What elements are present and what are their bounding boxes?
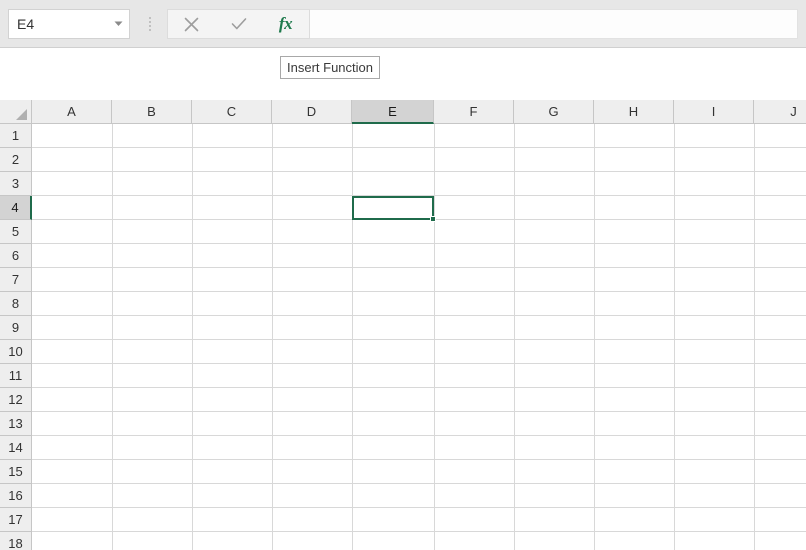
name-box-value[interactable]: E4 — [9, 10, 107, 38]
insert-function-tooltip: Insert Function — [280, 56, 380, 79]
grid-hline — [32, 531, 806, 532]
row-header-9[interactable]: 9 — [0, 316, 32, 340]
select-all-triangle-icon — [16, 109, 27, 120]
grid-hline — [32, 267, 806, 268]
grid-hline — [32, 171, 806, 172]
row-header-4[interactable]: 4 — [0, 196, 32, 220]
row-header-17[interactable]: 17 — [0, 508, 32, 532]
row-header-8[interactable]: 8 — [0, 292, 32, 316]
grid-hline — [32, 315, 806, 316]
row-header-6[interactable]: 6 — [0, 244, 32, 268]
cells-area[interactable] — [32, 124, 806, 550]
column-header-f[interactable]: F — [434, 100, 514, 124]
chevron-down-icon[interactable] — [107, 10, 129, 38]
row-header-13[interactable]: 13 — [0, 412, 32, 436]
grid-vline — [272, 124, 273, 550]
row-header-1[interactable]: 1 — [0, 124, 32, 148]
grid-vline — [514, 124, 515, 550]
grid-hline — [32, 507, 806, 508]
row-header-18[interactable]: 18 — [0, 532, 32, 550]
column-header-j[interactable]: J — [754, 100, 806, 124]
grid-hline — [32, 291, 806, 292]
column-header-e[interactable]: E — [352, 100, 434, 124]
cancel-button[interactable] — [168, 10, 215, 38]
row-headers: 1 2 3 4 5 6 7 8 9 10 11 12 13 14 15 16 17 18 — [0, 124, 32, 550]
grid-vline — [674, 124, 675, 550]
grid-vline — [434, 124, 435, 550]
column-header-h[interactable]: H — [594, 100, 674, 124]
grid-vline — [112, 124, 113, 550]
column-headers: ABCDEFGHIJ — [32, 100, 806, 124]
row-header-5[interactable]: 5 — [0, 220, 32, 244]
grid-vline — [352, 124, 353, 550]
row-header-12[interactable]: 12 — [0, 388, 32, 412]
formula-bar-toolbar: E4 fx — [0, 0, 806, 48]
grid-hline — [32, 363, 806, 364]
name-box[interactable]: E4 — [8, 9, 130, 39]
formula-input[interactable] — [310, 9, 798, 39]
row-header-10[interactable]: 10 — [0, 340, 32, 364]
grid-hline — [32, 411, 806, 412]
grid-vline — [192, 124, 193, 550]
grid-hline — [32, 387, 806, 388]
row-header-14[interactable]: 14 — [0, 436, 32, 460]
grid-vline — [754, 124, 755, 550]
row-header-11[interactable]: 11 — [0, 364, 32, 388]
column-header-b[interactable]: B — [112, 100, 192, 124]
insert-function-button[interactable]: fx — [262, 10, 309, 38]
row-header-7[interactable]: 7 — [0, 268, 32, 292]
row-header-2[interactable]: 2 — [0, 148, 32, 172]
column-header-d[interactable]: D — [272, 100, 352, 124]
column-header-g[interactable]: G — [514, 100, 594, 124]
vertical-dots-grip-icon[interactable] — [145, 14, 155, 34]
grid-hline — [32, 483, 806, 484]
row-header-3[interactable]: 3 — [0, 172, 32, 196]
grid-vline — [594, 124, 595, 550]
active-cell-e4[interactable] — [352, 196, 434, 220]
column-header-i[interactable]: I — [674, 100, 754, 124]
fx-icon: fx — [278, 14, 293, 33]
toolbar-grid-gap — [0, 48, 806, 100]
grid-hline — [32, 147, 806, 148]
row-header-16[interactable]: 16 — [0, 484, 32, 508]
select-all-button[interactable] — [0, 100, 32, 124]
grid-hline — [32, 459, 806, 460]
grid-hline — [32, 435, 806, 436]
grid-hline — [32, 243, 806, 244]
grid-hline — [32, 339, 806, 340]
column-header-a[interactable]: A — [32, 100, 112, 124]
column-header-c[interactable]: C — [192, 100, 272, 124]
fill-handle[interactable] — [430, 216, 436, 222]
spreadsheet-app: E4 fx Insert Function A B C D E F G H I … — [0, 0, 806, 550]
row-header-15[interactable]: 15 — [0, 460, 32, 484]
enter-button[interactable] — [215, 10, 262, 38]
formula-action-buttons: fx — [167, 9, 310, 39]
spreadsheet-grid: ABCDEFGHIJ 1 2 3 4 5 6 7 8 9 10 11 12 13 14 15 16 17 18 — [0, 100, 806, 550]
